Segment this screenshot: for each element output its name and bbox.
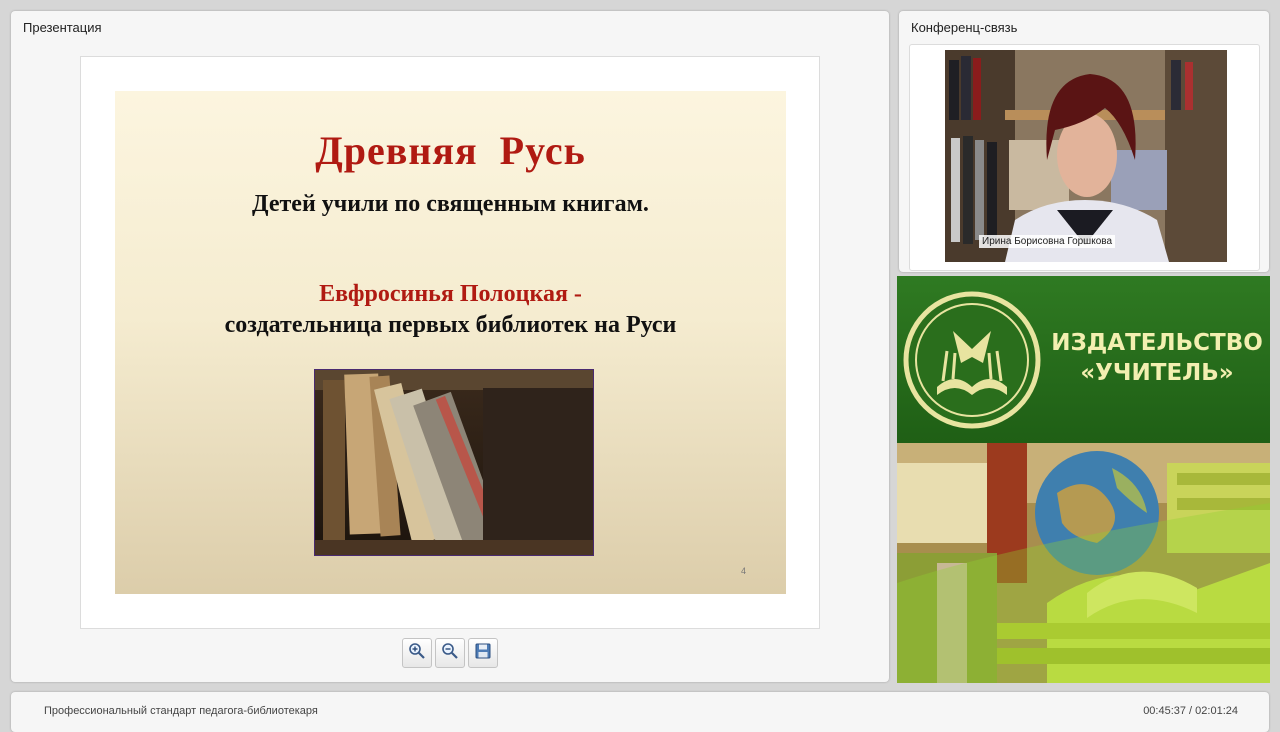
old-books-image [314, 369, 594, 556]
brand-line-1: ИЗДАТЕЛЬСТВО [1051, 330, 1263, 356]
magnifier-minus-icon [441, 642, 459, 665]
books-globe-image [897, 443, 1270, 683]
brand-line-2: «УЧИТЕЛЬ» [1080, 360, 1234, 386]
slide-title: Древняя Русь [315, 128, 586, 173]
brand-banner: ИЗДАТЕЛЬСТВО «УЧИТЕЛЬ» [897, 276, 1270, 443]
course-title: Профессиональный стандарт педагога-библи… [44, 705, 318, 717]
presentation-panel: Презентация Древняя Русь Детей учили по … [11, 11, 889, 682]
save-button[interactable] [468, 638, 498, 668]
slide: Древняя Русь Детей учили по священным кн… [115, 91, 786, 594]
slide-page-number: 4 [740, 566, 746, 576]
conference-panel-title: Конференц-связь [911, 20, 1018, 35]
playback-time: 00:45:37 / 02:01:24 [1143, 705, 1238, 717]
slide-frame: Древняя Русь Детей учили по священным кн… [80, 56, 820, 629]
speaker-name-label: Ирина Борисовна Горшкова [979, 235, 1116, 248]
presentation-panel-title: Презентация [23, 20, 102, 35]
footer-bar: Профессиональный стандарт педагога-библи… [11, 692, 1269, 732]
publisher-branding: ИЗДАТЕЛЬСТВО «УЧИТЕЛЬ» [897, 276, 1270, 683]
zoom-out-button[interactable] [435, 638, 465, 668]
slide-person-name: Евфросинья Полоцкая - [319, 281, 582, 307]
magnifier-plus-icon [408, 642, 426, 665]
slide-subtitle: Детей учили по священным книгам. [252, 191, 649, 217]
video-container: Ирина Борисовна Горшкова [909, 44, 1260, 271]
floppy-disk-icon [474, 642, 492, 665]
zoom-in-button[interactable] [402, 638, 432, 668]
conference-panel: Конференц-связь Ирина Борисовна Горшкова [899, 11, 1269, 272]
slide-description: создательница первых библиотек на Руси [224, 312, 677, 338]
webcam-video[interactable] [945, 50, 1227, 262]
